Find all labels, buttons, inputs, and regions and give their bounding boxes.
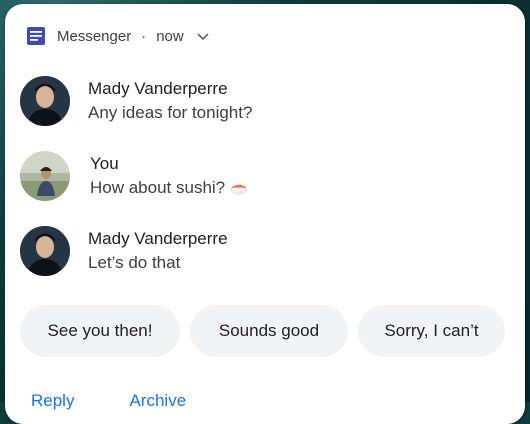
smart-reply-chip[interactable]: Sorry, I can’t bbox=[358, 305, 505, 357]
avatar-mady bbox=[20, 226, 70, 276]
chevron-down-icon[interactable] bbox=[196, 29, 210, 43]
timestamp: now bbox=[156, 28, 184, 45]
message-text-content: Let’s do that bbox=[88, 253, 180, 273]
notification-actions: Reply Archive bbox=[31, 391, 186, 411]
message-text: Any ideas for tonight? bbox=[88, 103, 252, 123]
smart-reply-chip[interactable]: See you then! bbox=[20, 305, 180, 357]
sushi-icon bbox=[229, 181, 249, 195]
reply-button[interactable]: Reply bbox=[31, 391, 74, 411]
message-sender: Mady Vanderperre bbox=[88, 79, 252, 99]
message-item: Mady Vanderperre Let’s do that bbox=[20, 226, 228, 276]
message-sender: Mady Vanderperre bbox=[88, 229, 228, 249]
header-separator: · bbox=[141, 28, 146, 45]
avatar-you bbox=[20, 151, 70, 201]
avatar-mady bbox=[20, 76, 70, 126]
message-text: Let’s do that bbox=[88, 253, 228, 273]
message-item: You How about sushi? bbox=[20, 151, 249, 201]
archive-button[interactable]: Archive bbox=[129, 391, 186, 411]
message-text-content: How about sushi? bbox=[90, 178, 225, 198]
messenger-app-icon bbox=[25, 25, 47, 47]
app-name: Messenger bbox=[57, 28, 131, 45]
message-text: How about sushi? bbox=[90, 178, 249, 198]
smart-replies: See you then! Sounds good Sorry, I can’t bbox=[20, 305, 505, 357]
message-text-content: Any ideas for tonight? bbox=[88, 103, 252, 123]
smart-reply-chip[interactable]: Sounds good bbox=[190, 305, 348, 357]
message-sender: You bbox=[90, 154, 249, 174]
message-item: Mady Vanderperre Any ideas for tonight? bbox=[20, 76, 252, 126]
notification-card[interactable]: Messenger · now Mady Vanderperre Any ide… bbox=[5, 4, 525, 424]
notification-header[interactable]: Messenger · now bbox=[25, 24, 210, 48]
